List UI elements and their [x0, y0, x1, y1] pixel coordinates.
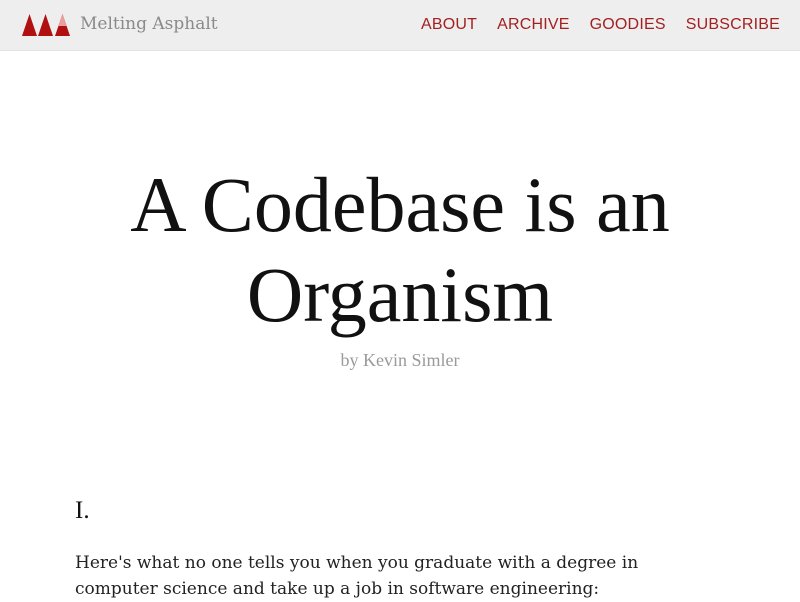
post-byline: by Kevin Simler [340, 350, 460, 370]
site-name: Melting Asphalt [80, 14, 218, 34]
site-brand-link[interactable]: Melting Asphalt [22, 12, 218, 36]
nav-subscribe-link[interactable]: SUBSCRIBE [686, 15, 780, 35]
nav-goodies-link[interactable]: GOODIES [590, 15, 666, 35]
section-heading: I. [75, 497, 90, 524]
intro-paragraph: Here's what no one tells you when you gr… [75, 553, 639, 599]
site-navbar: Melting Asphalt ABOUT ARCHIVE GOODIES SU… [0, 0, 800, 51]
post-title: A Codebase is an Organism [130, 161, 670, 338]
main-nav: ABOUT ARCHIVE GOODIES SUBSCRIBE [421, 15, 780, 35]
post-header: A Codebase is an Organism by Kevin Simle… [0, 160, 800, 371]
triangles-logo-icon [22, 14, 70, 36]
nav-about-link[interactable]: ABOUT [421, 15, 477, 35]
nav-archive-link[interactable]: ARCHIVE [497, 15, 570, 35]
